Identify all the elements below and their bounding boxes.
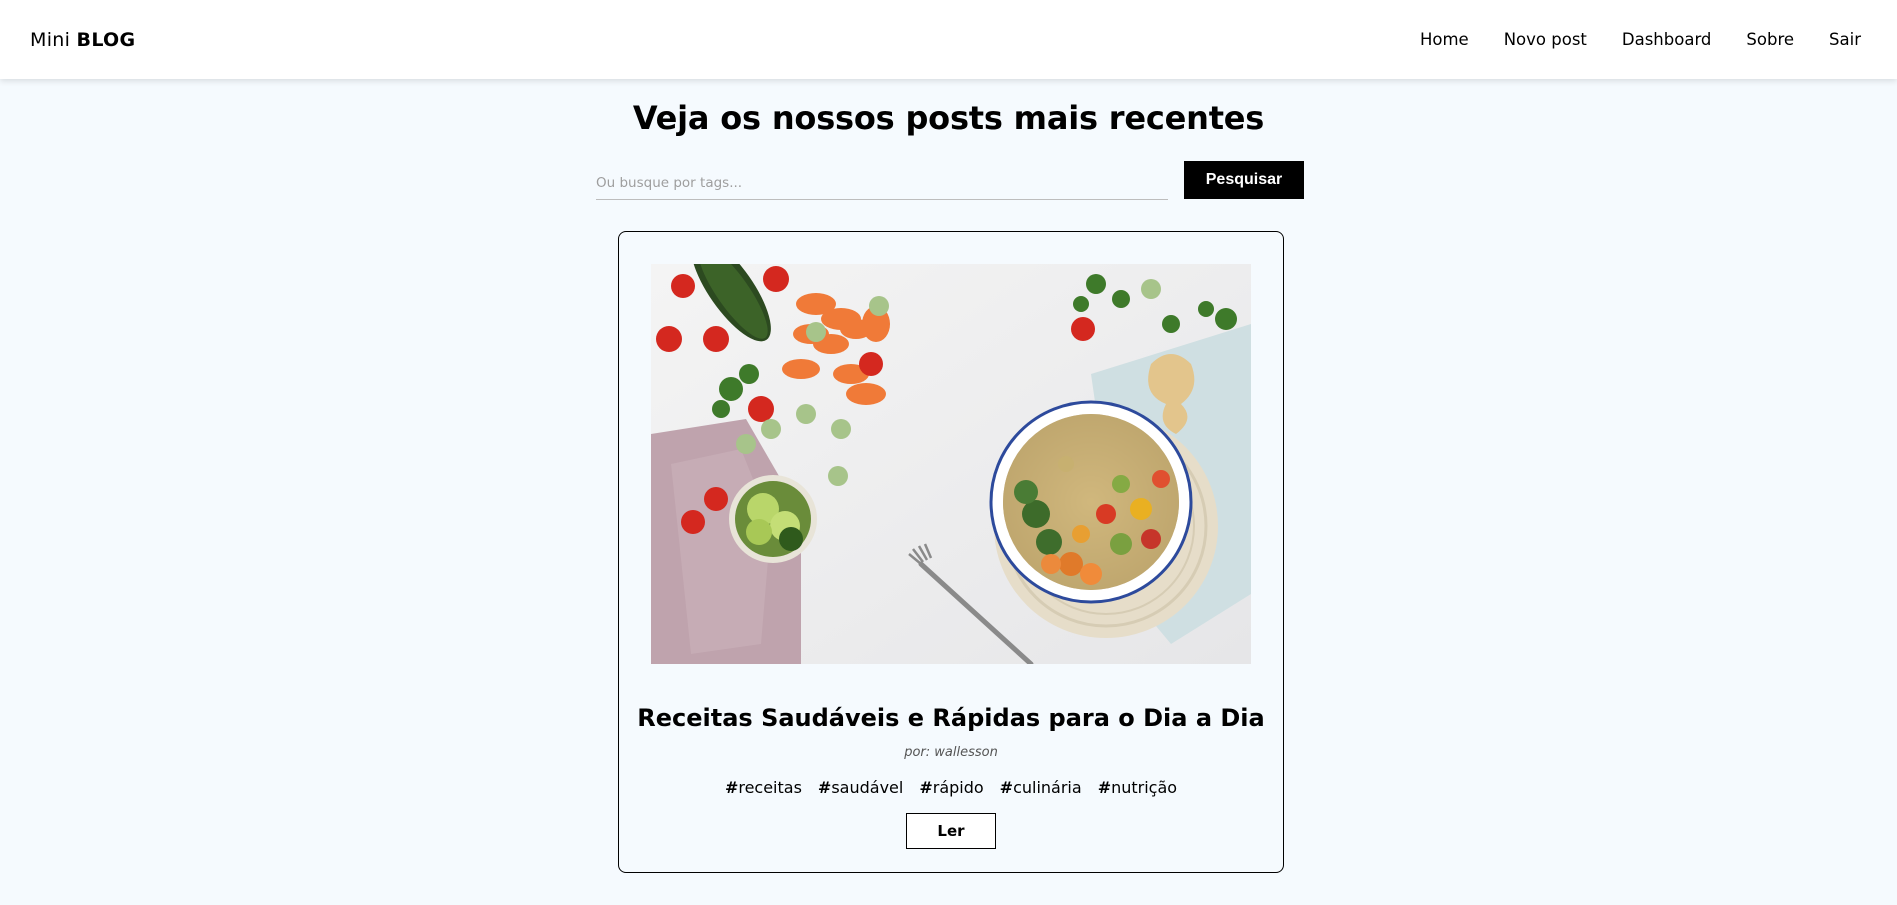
post-tags: #receitas #saudável #rápido #culinária #… — [619, 778, 1283, 797]
post-card: Receitas Saudáveis e Rápidas para o Dia … — [618, 231, 1284, 873]
brand-bold: BLOG — [76, 28, 136, 51]
post-tag[interactable]: #nutrição — [1098, 778, 1177, 797]
search-form: Pesquisar — [596, 160, 1304, 200]
nav-dashboard[interactable]: Dashboard — [1622, 30, 1712, 49]
page-title: Veja os nossos posts mais recentes — [632, 99, 1265, 137]
post-tag[interactable]: #culinária — [1000, 778, 1082, 797]
post-title[interactable]: Receitas Saudáveis e Rápidas para o Dia … — [619, 704, 1283, 732]
nav-about[interactable]: Sobre — [1746, 30, 1794, 49]
nav-new-post[interactable]: Novo post — [1504, 30, 1587, 49]
search-input[interactable] — [596, 160, 1168, 200]
post-tag-label: nutrição — [1111, 778, 1178, 797]
post-tag-label: rápido — [932, 778, 984, 797]
search-button[interactable]: Pesquisar — [1184, 161, 1304, 199]
brand-logo[interactable]: Mini BLOG — [30, 29, 135, 51]
post-tag-label: culinária — [1013, 778, 1082, 797]
post-image[interactable] — [651, 264, 1251, 664]
post-tag[interactable]: #receitas — [725, 778, 802, 797]
post-tag-label: receitas — [738, 778, 802, 797]
post-tag[interactable]: #rápido — [919, 778, 983, 797]
brand-prefix: Mini — [30, 28, 71, 51]
nav-home[interactable]: Home — [1420, 30, 1469, 49]
read-button[interactable]: Ler — [906, 813, 996, 849]
navbar: Mini BLOG Home Novo post Dashboard Sobre… — [0, 0, 1897, 79]
post-tag[interactable]: #saudável — [818, 778, 903, 797]
nav-logout[interactable]: Sair — [1829, 30, 1861, 49]
post-tag-label: saudável — [831, 778, 904, 797]
nav-links: Home Novo post Dashboard Sobre Sair — [1420, 30, 1861, 49]
post-author: por: wallesson — [904, 745, 998, 760]
